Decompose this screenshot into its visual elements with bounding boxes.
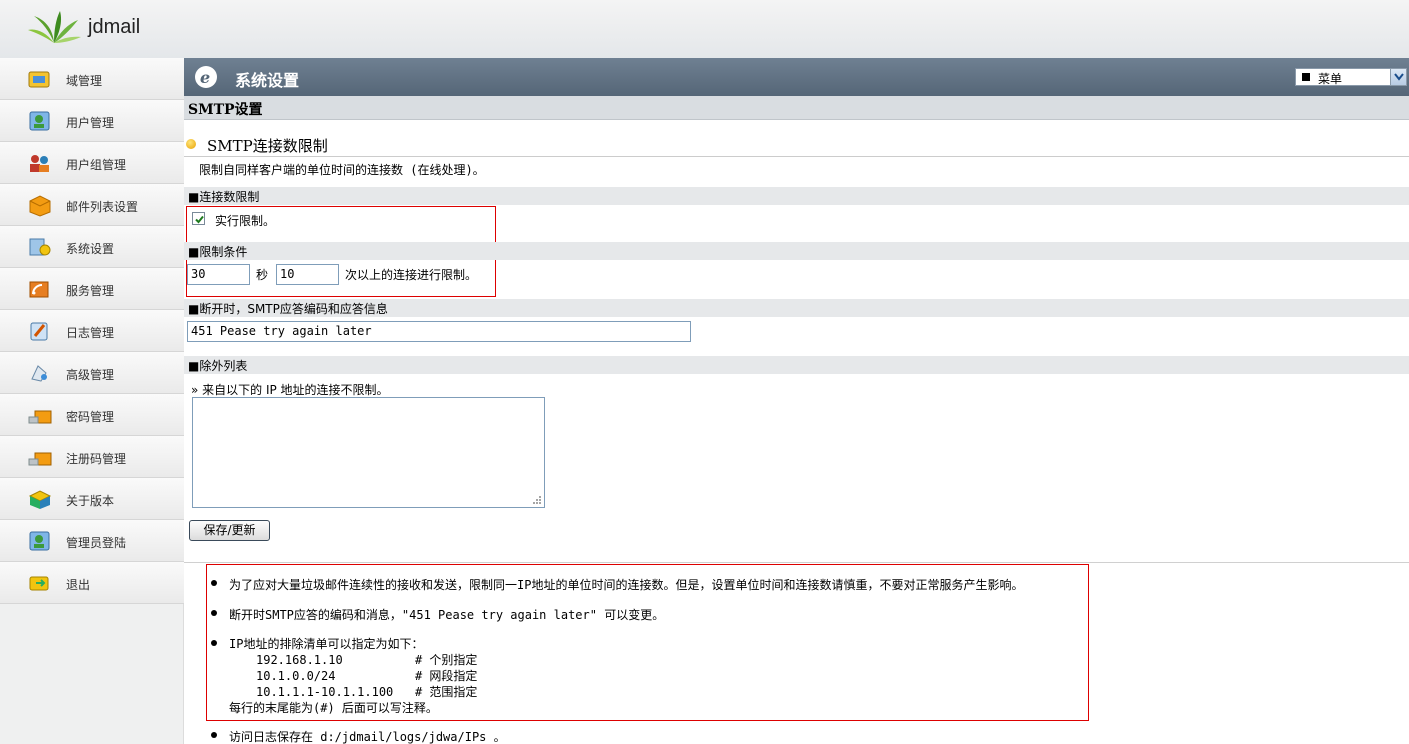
e-logo-icon: e <box>195 66 217 88</box>
sidebar-item-label: 用户管理 <box>66 116 115 130</box>
domain-icon <box>28 71 50 88</box>
logout-icon <box>29 576 49 591</box>
svg-text:e: e <box>200 68 210 87</box>
title-bar: e 系统设置 菜单 <box>184 58 1409 96</box>
sidebar-item-domain[interactable]: 域管理 <box>0 58 184 100</box>
bullet-dot-icon <box>186 139 196 149</box>
sidebar-item-label: 管理员登陆 <box>66 536 127 550</box>
exclusion-header: ■除外列表 <box>188 359 248 373</box>
enable-limit-label: 实行限制。 <box>215 214 276 228</box>
heading-description: 限制自同样客户端的单位时间的连接数 (在线处理)。 <box>199 163 485 177</box>
sidebar-item-about[interactable]: 关于版本 <box>0 478 184 520</box>
log-icon <box>30 322 48 341</box>
sidebar-item-admin-login[interactable]: 管理员登陆 <box>0 520 184 562</box>
top-header: jdmail <box>0 0 1409 58</box>
brand-name: jdmail <box>88 16 141 38</box>
count-suffix: 次以上的连接进行限制。 <box>345 268 478 282</box>
sidebar-item-label: 用户组管理 <box>66 158 127 172</box>
sidebar-item-users[interactable]: 用户管理 <box>0 100 184 142</box>
response-message-input[interactable]: 451 Pease try again later <box>187 321 691 342</box>
disconnect-header: ■断开时，SMTP应答编码和应答信息 <box>188 302 388 316</box>
admin-login-icon <box>29 531 50 551</box>
about-icon <box>28 490 52 509</box>
sidebar-item-label: 关于版本 <box>66 494 115 508</box>
sidebar-item-password[interactable]: 密码管理 <box>0 394 184 436</box>
leaf-logo-icon <box>28 11 81 43</box>
bullet-icon <box>211 732 217 738</box>
seconds-input[interactable]: 30 <box>187 264 250 285</box>
mail-list-icon <box>29 195 51 217</box>
page-title: 系统设置 <box>235 71 300 90</box>
resize-grip-icon[interactable] <box>532 495 542 505</box>
count-input[interactable]: 10 <box>276 264 339 285</box>
sidebar-item-label: 服务管理 <box>66 284 115 298</box>
sidebar-item-label: 注册码管理 <box>66 452 127 466</box>
menu-select[interactable]: 菜单 <box>1295 68 1407 86</box>
section-bar: SMTP设置 <box>184 96 1409 120</box>
sidebar: 域管理 用户管理 用户组管理 邮件列表设置 系统设置 服务管理 日志管理 高级管… <box>0 58 184 744</box>
example-2: 10.1.0.0/24 # 网段指定 <box>256 669 478 683</box>
advanced-icon <box>31 365 47 382</box>
enable-limit-checkbox[interactable] <box>192 212 205 225</box>
system-settings-icon <box>29 238 51 256</box>
note-1: 为了应对大量垃圾邮件连续性的接收和发送，限制同一IP地址的单位时间的连接数。但是… <box>229 578 1024 592</box>
bullet-icon <box>211 640 217 646</box>
note-2: 断开时SMTP应答的编码和消息，"451 Pease try again lat… <box>229 608 665 622</box>
sidebar-item-user-groups[interactable]: 用户组管理 <box>0 142 184 184</box>
note-4: 访问日志保存在 d:/jdmail/logs/jdwa/IPs 。 <box>229 730 506 744</box>
password-icon <box>28 410 52 424</box>
sidebar-item-advanced[interactable]: 高级管理 <box>0 352 184 394</box>
sidebar-item-register-code[interactable]: 注册码管理 <box>0 436 184 478</box>
limit-header: ■连接数限制 <box>188 190 260 204</box>
condition-header: ■限制条件 <box>188 245 248 259</box>
limit-header-bar: ■连接数限制 <box>184 187 1409 205</box>
section-title: SMTP设置 <box>188 102 263 118</box>
sidebar-item-system-settings[interactable]: 系统设置 <box>0 226 184 268</box>
divider <box>184 156 1409 157</box>
note-3-title: IP地址的排除清单可以指定为如下： <box>229 637 424 651</box>
sidebar-item-label: 域管理 <box>66 74 103 88</box>
exclusion-textarea[interactable] <box>192 397 545 508</box>
example-3: 10.1.1.1-10.1.1.100 # 范围指定 <box>256 685 478 699</box>
sidebar-item-mail-list[interactable]: 邮件列表设置 <box>0 184 184 226</box>
divider <box>184 562 1409 563</box>
example-1: 192.168.1.10 # 个别指定 <box>256 653 478 667</box>
bullet-icon <box>211 610 217 616</box>
sidebar-item-label: 退出 <box>66 578 91 592</box>
condition-header-bar: ■限制条件 <box>184 242 1409 260</box>
user-group-icon <box>30 155 49 172</box>
heading-title: SMTP连接数限制 <box>207 137 328 155</box>
sidebar-item-label: 邮件列表设置 <box>66 200 139 214</box>
sidebar-item-label: 高级管理 <box>66 368 115 382</box>
sidebar-item-label: 密码管理 <box>66 410 115 424</box>
register-code-icon <box>28 452 52 466</box>
check-icon <box>195 215 204 224</box>
service-icon <box>29 281 49 298</box>
exclusion-description: » 来自以下的 IP 地址的连接不限制。 <box>191 383 389 397</box>
square-marker-icon <box>1302 73 1310 81</box>
user-icon <box>29 111 50 131</box>
exclusion-header-bar: ■除外列表 <box>184 356 1409 374</box>
sidebar-item-label: 日志管理 <box>66 326 115 340</box>
bullet-icon <box>211 580 217 586</box>
seconds-unit: 秒 <box>256 268 269 282</box>
chevron-down-icon[interactable] <box>1390 69 1406 85</box>
sidebar-item-label: 系统设置 <box>66 242 115 256</box>
sidebar-item-service[interactable]: 服务管理 <box>0 268 184 310</box>
note-3-tail: 每行的末尾能为(#) 后面可以写注释。 <box>229 701 438 715</box>
sidebar-item-logout[interactable]: 退出 <box>0 562 184 604</box>
save-button[interactable]: 保存/更新 <box>189 520 270 541</box>
menu-select-value: 菜单 <box>1318 72 1343 86</box>
sidebar-item-logs[interactable]: 日志管理 <box>0 310 184 352</box>
disconnect-header-bar: ■断开时，SMTP应答编码和应答信息 <box>184 299 1409 317</box>
